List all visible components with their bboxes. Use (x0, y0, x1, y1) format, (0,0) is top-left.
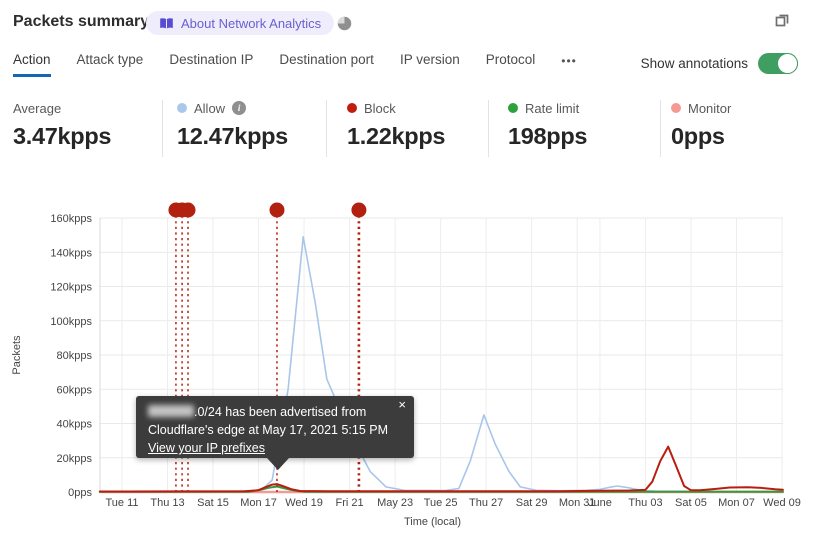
tooltip-line1: .0/24 has been advertised from (148, 403, 402, 421)
svg-text:Time (local): Time (local) (404, 516, 461, 528)
svg-text:Thu 27: Thu 27 (469, 497, 503, 509)
show-annotations-toggle[interactable] (758, 53, 798, 74)
stat-block: Block 1.22kpps (347, 100, 445, 150)
stat-allow: Allow i 12.47kpps (177, 100, 288, 150)
tab-destination-port[interactable]: Destination port (279, 52, 374, 77)
annotation-tooltip: × .0/24 has been advertised from Cloudfl… (136, 396, 414, 470)
stat-label: Block (364, 100, 396, 116)
tab-destination-ip[interactable]: Destination IP (169, 52, 253, 77)
more-tabs-icon[interactable]: ••• (561, 54, 577, 77)
divider (326, 100, 327, 157)
svg-text:120kpps: 120kpps (50, 282, 92, 294)
svg-text:140kpps: 140kpps (50, 247, 92, 259)
tab-attack-type[interactable]: Attack type (77, 52, 144, 77)
show-annotations-control: Show annotations (641, 53, 798, 74)
copy-icon[interactable] (772, 11, 792, 31)
svg-text:Mon 17: Mon 17 (240, 497, 277, 509)
stat-value: 1.22kpps (347, 123, 446, 149)
rate-limit-dot (508, 103, 518, 113)
tab-ip-version[interactable]: IP version (400, 52, 460, 77)
svg-text:40kpps: 40kpps (57, 419, 93, 431)
close-icon[interactable]: × (398, 398, 406, 412)
monitor-dot (671, 103, 681, 113)
divider (488, 100, 489, 157)
stats-row: Average 3.47kpps Allow i 12.47kpps Block… (0, 100, 816, 160)
packets-summary-panel: Packets summary About Network Analytics … (0, 0, 816, 545)
tooltip-line2: Cloudflare's edge at May 17, 2021 5:15 P… (148, 423, 389, 437)
about-network-analytics-badge[interactable]: About Network Analytics (146, 11, 335, 35)
tab-protocol[interactable]: Protocol (486, 52, 536, 77)
svg-text:Sat 29: Sat 29 (516, 497, 548, 509)
stat-label: Monitor (688, 100, 732, 116)
svg-text:Sat 15: Sat 15 (197, 497, 229, 509)
stat-average: Average 3.47kpps (13, 100, 111, 150)
redacted-ip-prefix (148, 405, 194, 417)
block-dot (347, 103, 357, 113)
info-icon[interactable]: i (232, 101, 247, 115)
packets-time-series-chart: 0pps 20kpps 40kpps 60kpps 80kpps 100kpps 120kp… (11, 202, 801, 528)
toggle-knob (777, 53, 798, 74)
tab-action[interactable]: Action (13, 52, 51, 77)
svg-text:Thu 03: Thu 03 (628, 497, 662, 509)
svg-text:June: June (588, 497, 612, 509)
stat-value: 198pps (508, 123, 588, 149)
svg-text:Wed 09: Wed 09 (763, 497, 801, 509)
svg-text:Tue 11: Tue 11 (105, 497, 138, 509)
book-icon (159, 17, 174, 30)
stat-label: Allow (194, 100, 226, 116)
divider (162, 100, 163, 157)
allow-dot (177, 103, 187, 113)
tooltip-arrow (267, 458, 289, 470)
stat-monitor: Monitor 0pps (671, 100, 731, 150)
svg-text:Wed 19: Wed 19 (285, 497, 323, 509)
stat-rate-limit: Rate limit 198pps (508, 100, 588, 150)
stat-label: Average (13, 100, 62, 116)
page-title: Packets summary (13, 13, 150, 30)
stat-value: 0pps (671, 123, 725, 149)
svg-text:Mon 07: Mon 07 (718, 497, 755, 509)
stat-label: Rate limit (525, 100, 580, 116)
divider (660, 100, 661, 157)
svg-text:80kpps: 80kpps (57, 350, 93, 362)
svg-text:100kpps: 100kpps (50, 316, 92, 328)
svg-text:Sat 05: Sat 05 (675, 497, 707, 509)
svg-text:20kpps: 20kpps (57, 453, 93, 465)
svg-text:Tue 25: Tue 25 (424, 497, 458, 509)
stat-value: 12.47kpps (177, 123, 288, 149)
svg-text:0pps: 0pps (68, 487, 92, 499)
svg-text:Thu 13: Thu 13 (150, 497, 184, 509)
svg-text:160kpps: 160kpps (50, 213, 92, 225)
tab-bar: Action Attack type Destination IP Destin… (13, 52, 577, 77)
view-ip-prefixes-link[interactable]: View your IP prefixes (148, 441, 265, 455)
badge-label: About Network Analytics (181, 15, 322, 31)
svg-text:60kpps: 60kpps (57, 384, 93, 396)
svg-text:Fri 21: Fri 21 (336, 497, 364, 509)
svg-text:Packets: Packets (11, 335, 23, 375)
show-annotations-label: Show annotations (640, 56, 748, 71)
pie-chart-icon[interactable] (337, 16, 352, 31)
svg-text:May 23: May 23 (377, 497, 413, 509)
stat-value: 3.47kpps (13, 123, 112, 149)
